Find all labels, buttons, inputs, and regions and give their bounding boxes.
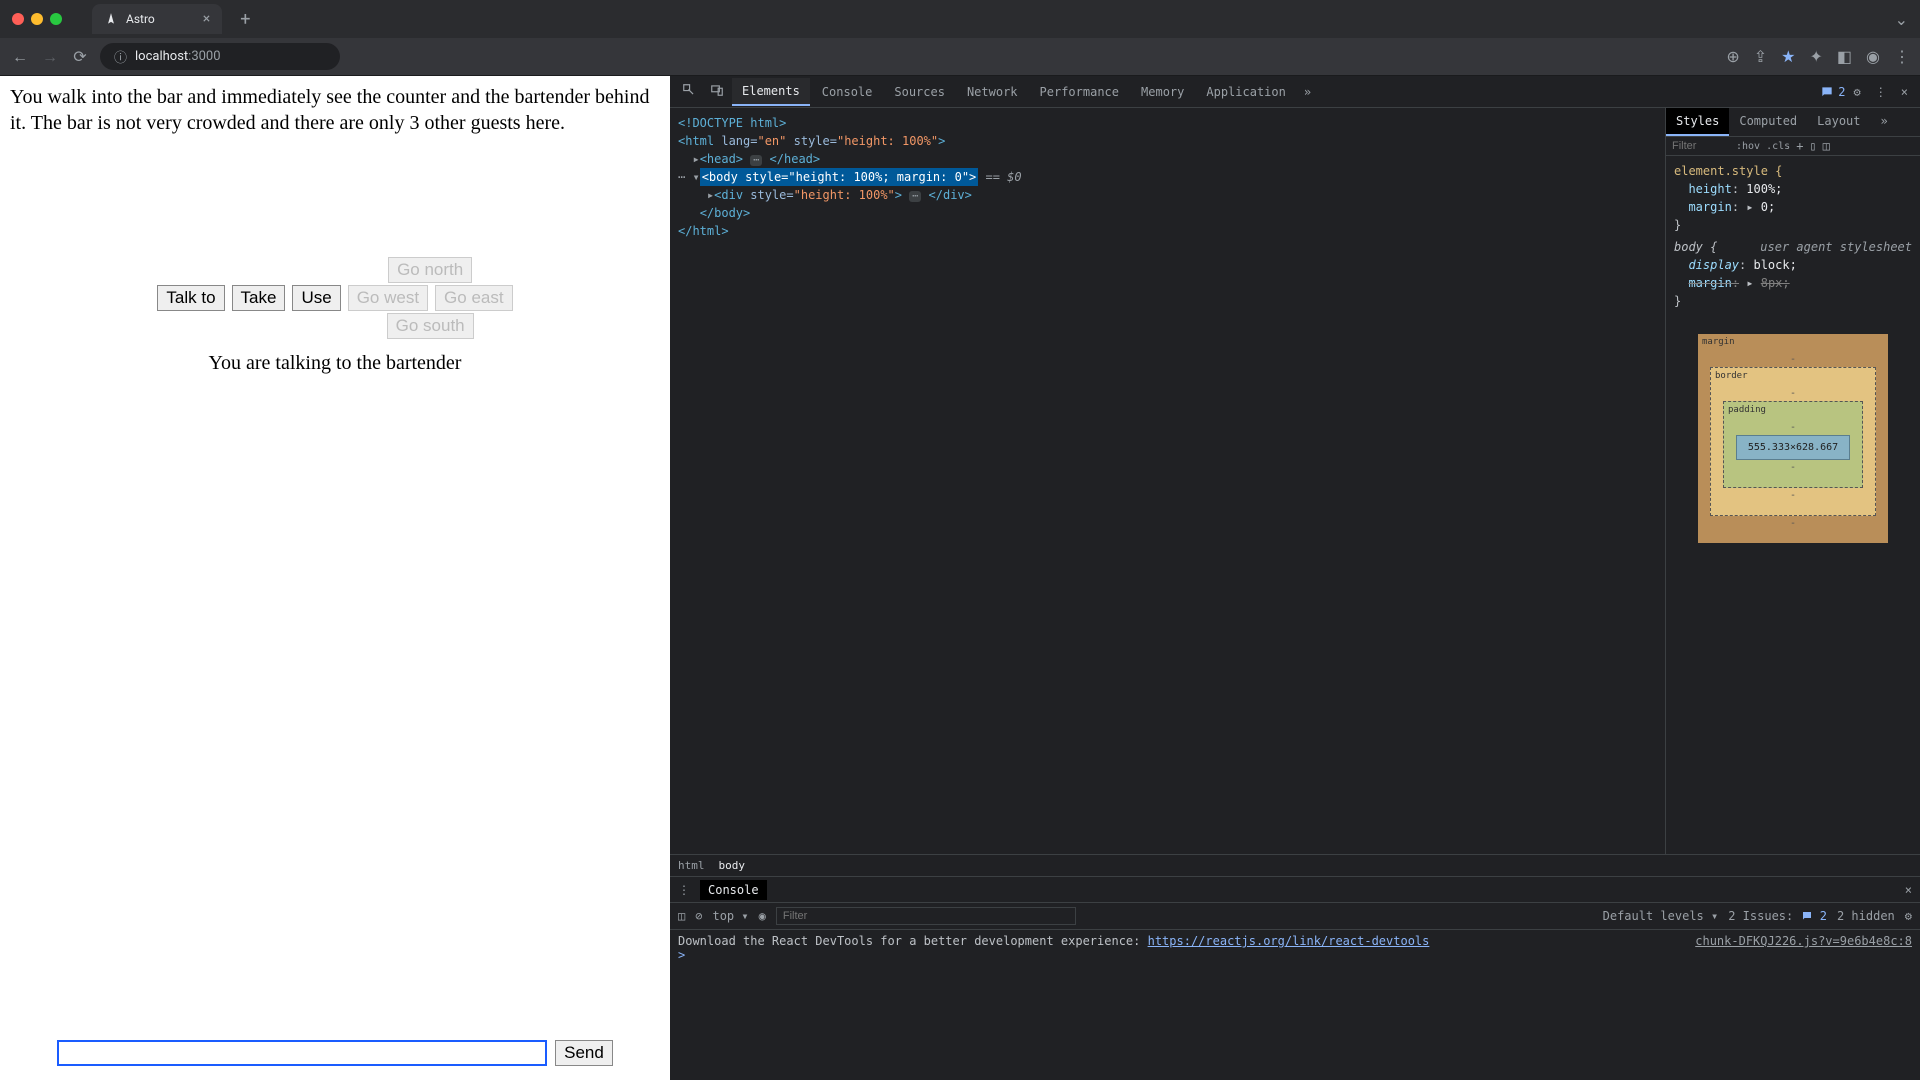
computed-tab[interactable]: Computed (1729, 108, 1807, 136)
zoom-icon[interactable]: ⊕ (1726, 47, 1739, 66)
new-style-rule-icon[interactable]: + (1796, 139, 1803, 153)
forward-button[interactable]: → (40, 47, 60, 67)
tab-list-chevron-icon[interactable]: ⌄ (1895, 10, 1908, 29)
send-button[interactable]: Send (555, 1040, 613, 1066)
styles-pane: Styles Computed Layout » :hov .cls + ▯ ◫ (1665, 108, 1920, 854)
dom-tree[interactable]: <!DOCTYPE html> <html lang="en" style="h… (670, 108, 1665, 854)
tab-application[interactable]: Application (1196, 79, 1295, 105)
console-drawer-header: ⋮ Console × (670, 876, 1920, 902)
tab-close-icon[interactable]: × (203, 11, 210, 27)
kebab-menu-icon[interactable]: ⋮ (1894, 47, 1910, 66)
console-drawer-menu-icon[interactable]: ⋮ (678, 883, 690, 897)
console-source-link[interactable]: chunk-DFKQJ226.js?v=9e6b4e8c:8 (1695, 934, 1912, 948)
box-model-size: 555.333×628.667 (1736, 435, 1850, 460)
console-link[interactable]: https://reactjs.org/link/react-devtools (1148, 934, 1430, 948)
sidepanel-icon[interactable]: ◧ (1837, 47, 1852, 66)
tab-console[interactable]: Console (812, 79, 883, 105)
back-button[interactable]: ← (10, 47, 30, 67)
box-model[interactable]: margin - border - padding - 555.333×628.… (1698, 334, 1888, 543)
console-settings-icon[interactable]: ⚙ (1905, 909, 1912, 923)
talk-to-button[interactable]: Talk to (157, 285, 224, 311)
address-bar[interactable]: ⓘ localhost:3000 (100, 43, 340, 70)
console-prompt-caret-icon: > (678, 948, 685, 962)
window-close-icon[interactable] (12, 13, 24, 25)
window-traffic-lights (12, 13, 62, 25)
use-button[interactable]: Use (292, 285, 340, 311)
styles-pane-icon[interactable]: ◫ (1823, 139, 1830, 153)
new-tab-button[interactable]: + (240, 9, 250, 30)
page-viewport: You walk into the bar and immediately se… (0, 76, 670, 1080)
console-sidebar-icon[interactable]: ◫ (678, 909, 685, 923)
bookmark-star-icon[interactable]: ★ (1781, 47, 1795, 66)
more-tabs-icon[interactable]: » (1298, 81, 1317, 103)
window-titlebar: Astro × + ⌄ (0, 0, 1920, 38)
status-text: You are talking to the bartender (10, 350, 660, 376)
go-south-button[interactable]: Go south (387, 313, 474, 339)
style-rules[interactable]: element.style { height: 100%; margin: ▸ … (1666, 156, 1920, 549)
console-clear-icon[interactable]: ⊘ (695, 909, 702, 923)
chat-bar: Send (0, 1040, 670, 1066)
reload-button[interactable]: ⟳ (70, 47, 90, 66)
window-zoom-icon[interactable] (50, 13, 62, 25)
dom-breadcrumb[interactable]: html body (670, 854, 1920, 876)
console-hidden-count[interactable]: 2 hidden (1837, 909, 1895, 923)
inspect-element-icon[interactable] (676, 79, 702, 104)
console-filter-input[interactable] (776, 907, 1076, 925)
console-levels-select[interactable]: Default levels ▾ (1603, 909, 1719, 923)
device-toolbar-icon[interactable] (704, 79, 730, 104)
devtools-panel: Elements Console Sources Network Perform… (670, 76, 1920, 1080)
astro-favicon-icon (104, 12, 118, 26)
console-toolbar: ◫ ⊘ top ▾ ◉ Default levels ▾ 2 Issues: 2… (670, 902, 1920, 930)
devtools-close-icon[interactable]: × (1895, 81, 1914, 103)
site-info-icon[interactable]: ⓘ (114, 47, 127, 66)
console-drawer-title[interactable]: Console (700, 880, 767, 900)
browser-toolbar: ← → ⟳ ⓘ localhost:3000 ⊕ ⇪ ★ ✦ ◧ ◉ ⋮ (0, 38, 1920, 76)
profile-icon[interactable]: ◉ (1866, 47, 1880, 66)
hov-toggle[interactable]: :hov (1736, 141, 1760, 152)
tab-elements[interactable]: Elements (732, 78, 810, 106)
console-live-icon[interactable]: ◉ (759, 909, 766, 923)
browser-tab[interactable]: Astro × (92, 4, 222, 34)
chat-input[interactable] (57, 1040, 547, 1066)
share-icon[interactable]: ⇪ (1754, 47, 1767, 66)
issues-badge[interactable]: 2 (1820, 85, 1845, 99)
tab-memory[interactable]: Memory (1131, 79, 1194, 105)
console-context-select[interactable]: top ▾ (712, 909, 748, 923)
devtools-tabbar: Elements Console Sources Network Perform… (670, 76, 1920, 108)
go-north-button[interactable]: Go north (388, 257, 472, 283)
breadcrumb-body[interactable]: body (719, 859, 746, 872)
go-west-button[interactable]: Go west (348, 285, 428, 311)
cls-toggle[interactable]: .cls (1766, 141, 1790, 152)
url-host: localhost (135, 49, 188, 64)
go-east-button[interactable]: Go east (435, 285, 513, 311)
more-styles-tabs-icon[interactable]: » (1871, 108, 1898, 136)
console-issues-link[interactable]: 2 Issues: 2 (1728, 909, 1827, 923)
console-drawer-close-icon[interactable]: × (1905, 883, 1912, 897)
styles-tab[interactable]: Styles (1666, 108, 1729, 136)
tab-title: Astro (126, 12, 155, 26)
take-button[interactable]: Take (232, 285, 286, 311)
tab-network[interactable]: Network (957, 79, 1028, 105)
layout-tab[interactable]: Layout (1807, 108, 1870, 136)
console-message: Download the React DevTools for a better… (678, 934, 1148, 948)
url-rest: :3000 (188, 49, 220, 64)
devtools-kebab-icon[interactable]: ⋮ (1869, 81, 1893, 103)
console-output[interactable]: chunk-DFKQJ226.js?v=9e6b4e8c:8 Download … (670, 930, 1920, 1080)
styles-filter-input[interactable] (1670, 139, 1730, 153)
extensions-icon[interactable]: ✦ (1810, 47, 1823, 66)
tab-performance[interactable]: Performance (1030, 79, 1129, 105)
narrative-text: You walk into the bar and immediately se… (10, 84, 660, 136)
tab-sources[interactable]: Sources (884, 79, 955, 105)
devtools-settings-icon[interactable]: ⚙ (1848, 81, 1867, 103)
styles-more-icon[interactable]: ▯ (1809, 139, 1816, 153)
window-minimize-icon[interactable] (31, 13, 43, 25)
breadcrumb-html[interactable]: html (678, 859, 705, 872)
